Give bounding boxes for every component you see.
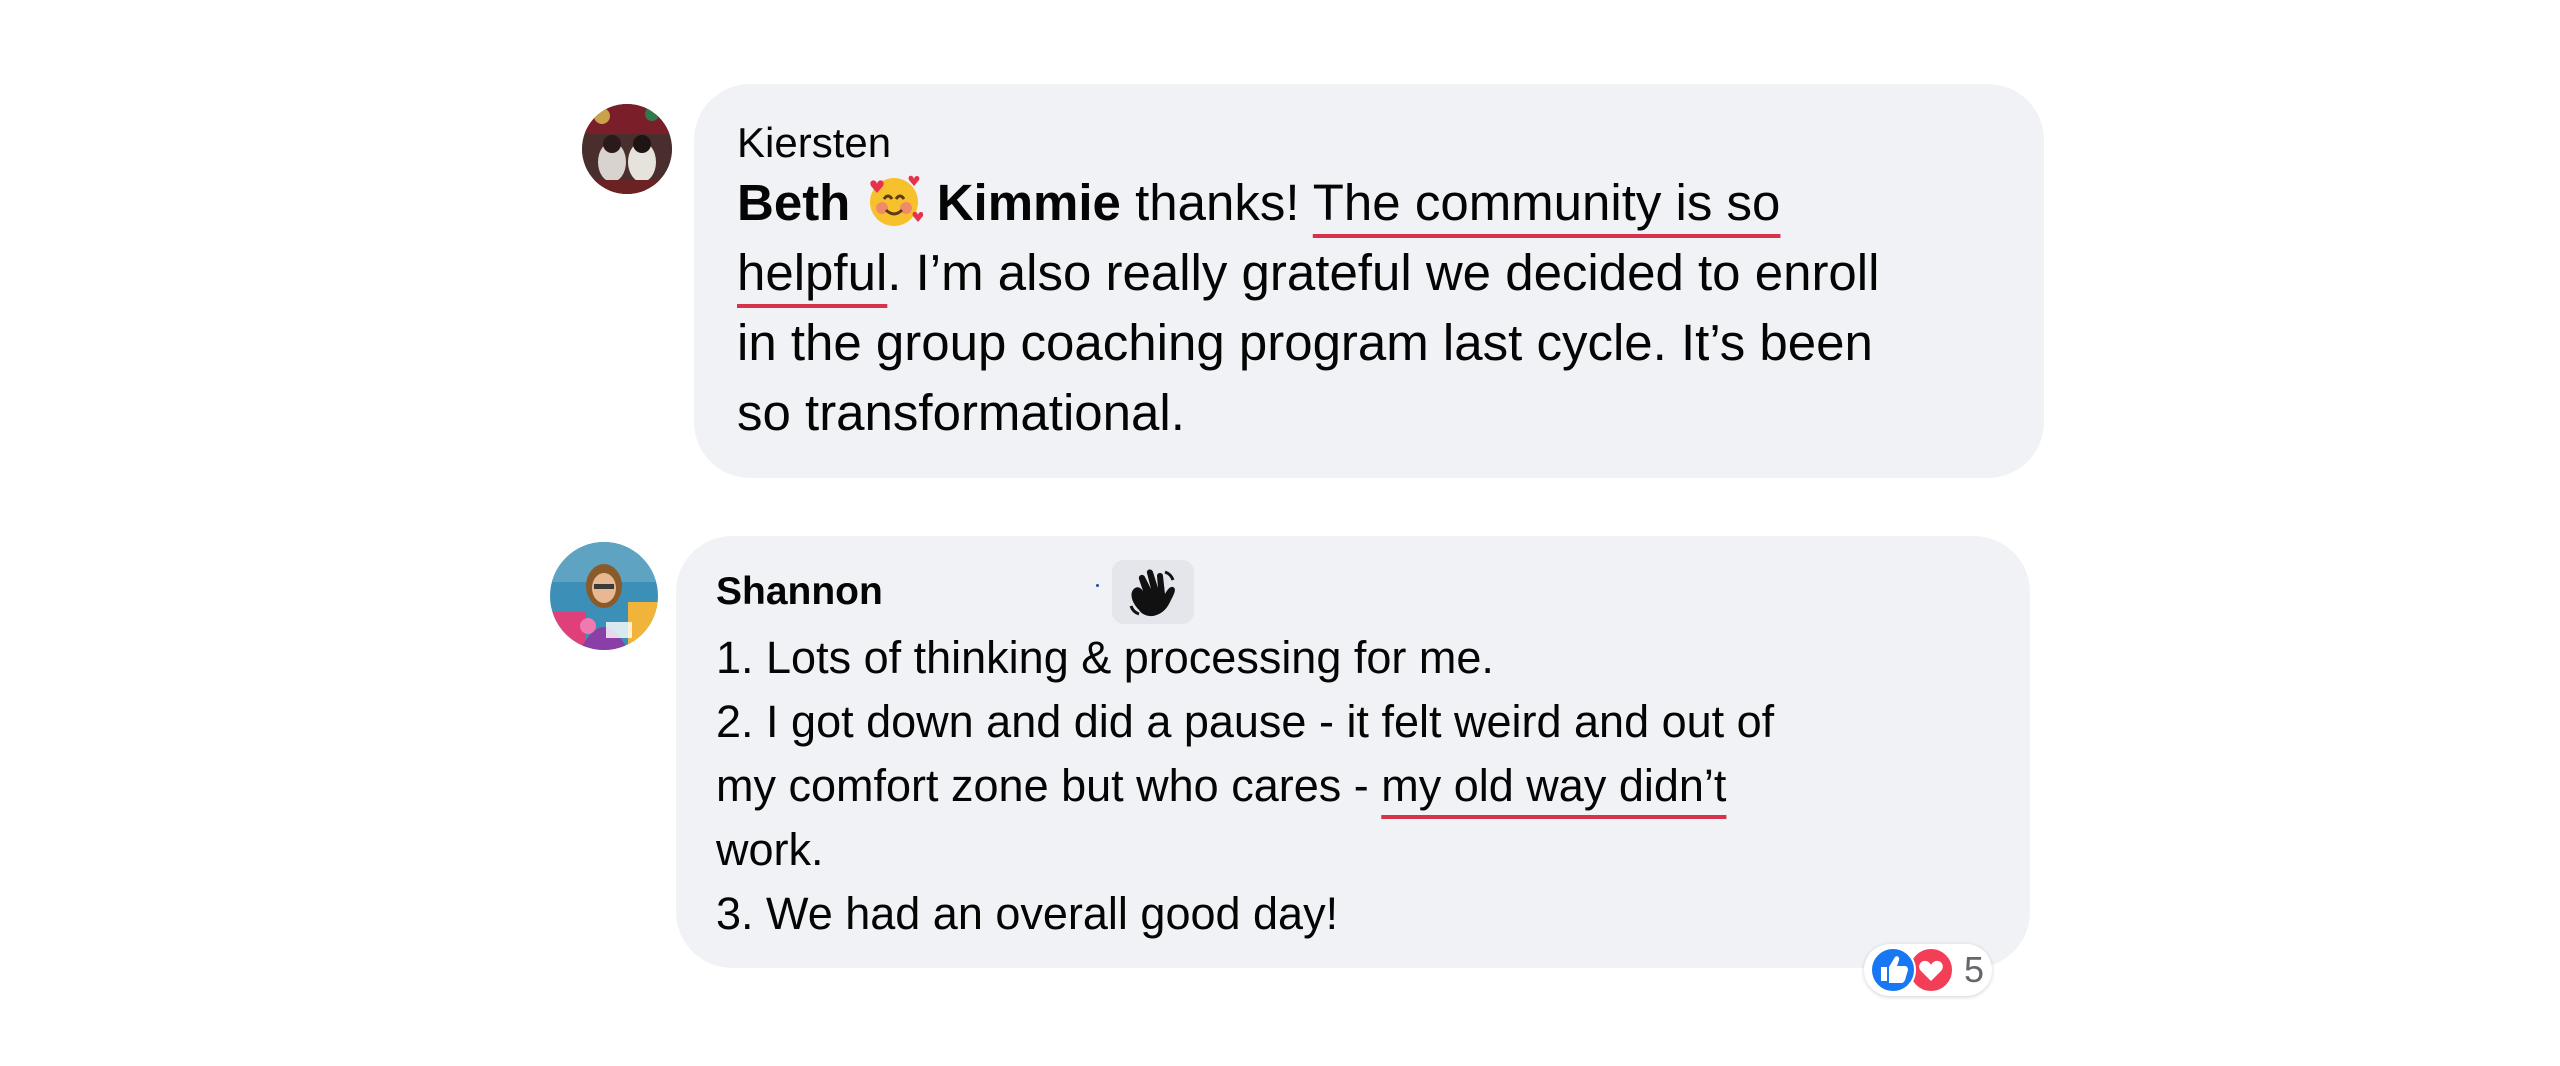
text-segment: . I’m also really grateful we decided to… — [887, 244, 1880, 301]
avatar-shannon[interactable] — [550, 542, 658, 650]
comment-text: Beth Kimmie thanks! The community is so … — [737, 168, 1879, 448]
like-reaction-icon — [1870, 947, 1916, 993]
avatar-kiersten[interactable] — [582, 104, 672, 194]
comments-section: Kiersten Beth Kimmie thanks! The communi… — [0, 0, 2560, 1066]
underlined-text: helpful — [737, 244, 888, 301]
text-line: so transformational. — [737, 384, 1185, 441]
text-line: work. — [716, 824, 824, 875]
smiling-face-with-hearts-emoji — [865, 172, 923, 246]
dot-separator — [1096, 584, 1099, 587]
text-segment: my comfort zone but who cares - — [716, 760, 1382, 811]
text-line: 2. I got down and did a pause - it felt … — [716, 696, 1775, 747]
reactions-summary[interactable]: 5 — [1864, 944, 1993, 996]
mention-beth[interactable]: Beth — [737, 174, 850, 231]
text-line: 1. Lots of thinking & processing for me. — [716, 632, 1494, 683]
mention-kimmie[interactable]: Kimmie — [937, 174, 1121, 231]
underlined-text: The community is so — [1312, 174, 1781, 231]
reaction-count: 5 — [1964, 949, 1985, 990]
comment-text: 1. Lots of thinking & processing for me.… — [716, 626, 1774, 946]
text-line: 3. We had an overall good day! — [716, 888, 1339, 939]
underlined-text: my old way didn’t — [1381, 760, 1727, 811]
waving-hand-icon[interactable] — [1112, 560, 1194, 624]
comment-author[interactable]: Shannon — [716, 572, 883, 611]
text-segment: thanks! — [1120, 174, 1313, 231]
text-line: in the group coaching program last cycle… — [737, 314, 1873, 371]
comment-author[interactable]: Kiersten — [737, 122, 891, 164]
